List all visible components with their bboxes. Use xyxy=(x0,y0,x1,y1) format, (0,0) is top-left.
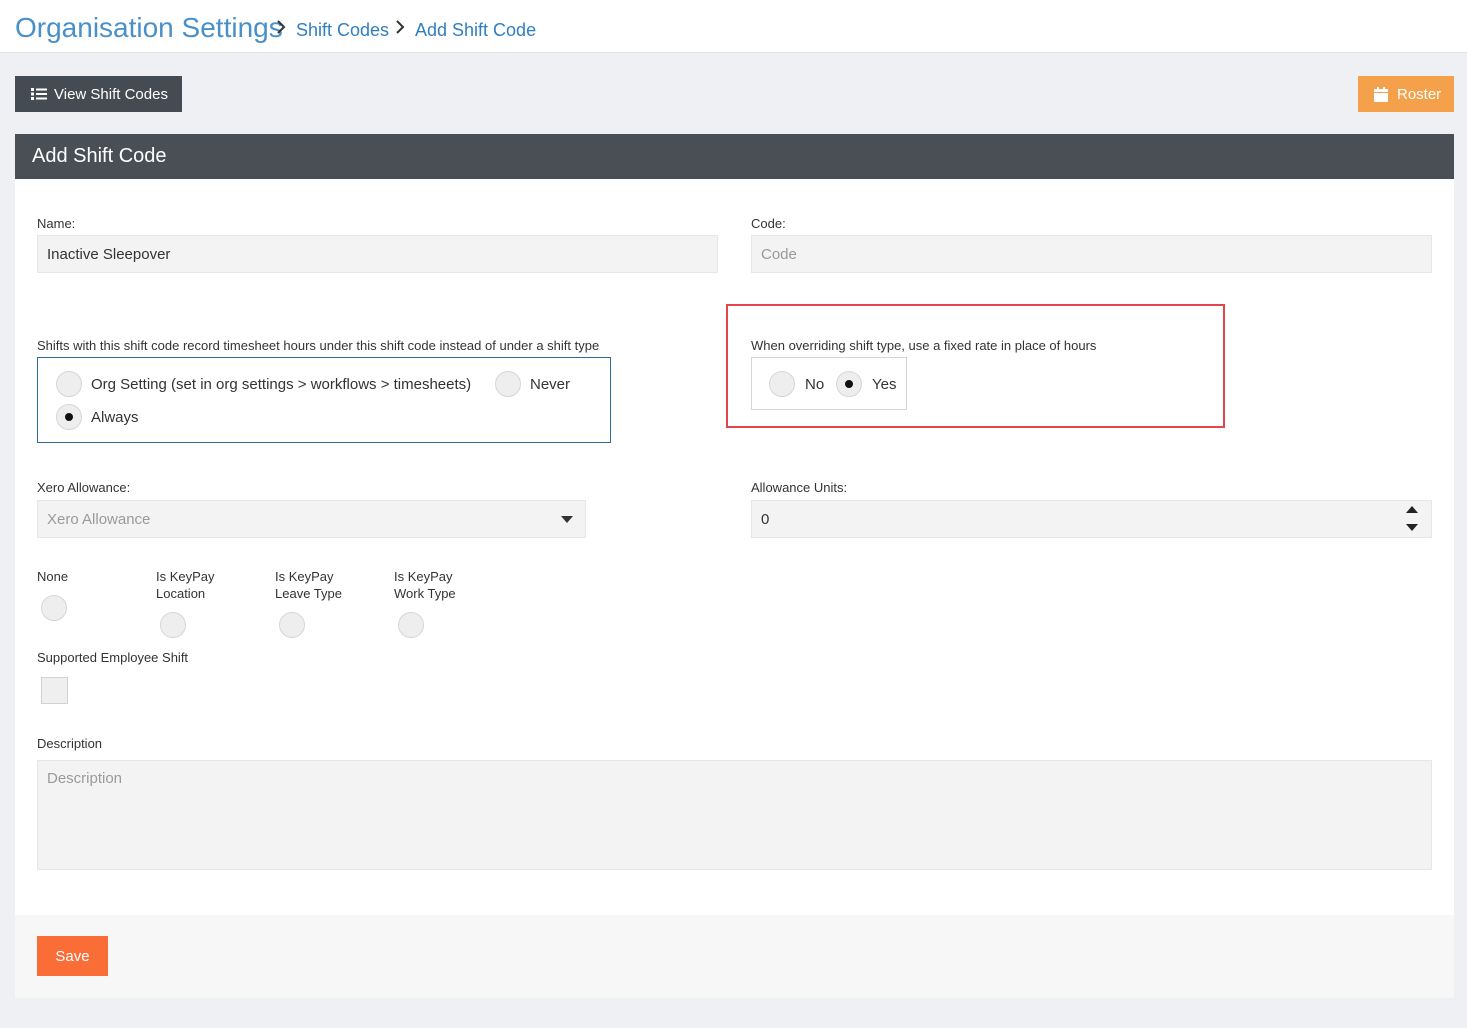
keypay-location-label: Is KeyPay Location xyxy=(156,568,215,602)
keypay-location-line1: Is KeyPay xyxy=(156,569,215,584)
view-shift-codes-label: View Shift Codes xyxy=(54,85,168,103)
breadcrumb-add-shift-code[interactable]: Add Shift Code xyxy=(415,20,536,41)
chevron-down-icon[interactable] xyxy=(561,516,573,523)
description-label: Description xyxy=(37,736,103,751)
chevron-right-icon xyxy=(277,20,286,34)
spin-down-icon[interactable] xyxy=(1406,524,1418,531)
roster-label: Roster xyxy=(1397,85,1442,103)
chevron-right-icon xyxy=(396,20,405,34)
allowance-units-input[interactable]: 0 xyxy=(751,500,1432,538)
keypay-none-label: None xyxy=(37,568,68,585)
keypay-work-type-line1: Is KeyPay xyxy=(394,569,453,584)
never-radio[interactable] xyxy=(495,371,521,397)
keypay-none-line1: None xyxy=(37,569,69,584)
record-hours-label: Shifts with this shift code record times… xyxy=(37,338,600,353)
keypay-location-line2: Location xyxy=(156,586,206,601)
fixed-rate-no-radio[interactable] xyxy=(769,371,795,397)
calendar-icon xyxy=(1374,86,1388,102)
view-shift-codes-button[interactable]: View Shift Codes xyxy=(15,76,182,112)
keypay-work-type-line2: Work Type xyxy=(394,586,456,601)
spin-up-icon[interactable] xyxy=(1406,506,1418,513)
keypay-leave-type-line1: Is KeyPay xyxy=(275,569,334,584)
always-label: Always xyxy=(91,409,139,426)
keypay-leave-type-line2: Leave Type xyxy=(275,586,342,601)
top-bar: Organisation Settings Shift Codes Add Sh… xyxy=(0,0,1467,53)
breadcrumb-shift-codes[interactable]: Shift Codes xyxy=(296,20,389,41)
fixed-rate-label: When overriding shift type, use a fixed … xyxy=(751,338,1097,353)
keypay-work-type-radio[interactable] xyxy=(398,612,424,638)
org-setting-radio[interactable] xyxy=(56,371,82,397)
xero-allowance-select[interactable]: Xero Allowance xyxy=(37,500,586,538)
keypay-location-radio[interactable] xyxy=(160,612,186,638)
code-input[interactable]: Code xyxy=(751,235,1432,273)
keypay-none-radio[interactable] xyxy=(41,595,67,621)
code-label: Code: xyxy=(751,216,786,231)
never-label: Never xyxy=(530,376,571,393)
xero-allowance-label: Xero Allowance: xyxy=(37,480,131,495)
allowance-units-label: Allowance Units: xyxy=(751,480,848,495)
fixed-rate-yes-radio[interactable] xyxy=(836,371,862,397)
always-radio[interactable] xyxy=(56,404,82,430)
panel-title: Add Shift Code xyxy=(32,145,167,167)
keypay-leave-type-label: Is KeyPay Leave Type xyxy=(275,568,342,602)
form-footer xyxy=(15,915,1454,998)
record-hours-group xyxy=(37,357,611,443)
fixed-rate-no-label: No xyxy=(805,376,825,393)
save-button[interactable]: Save xyxy=(37,936,108,976)
org-setting-label: Org Setting (set in org settings > workf… xyxy=(91,376,472,393)
description-textarea[interactable]: Description xyxy=(37,760,1432,870)
breadcrumb-title: Organisation Settings xyxy=(15,12,283,43)
name-label: Name: xyxy=(37,216,76,231)
list-icon xyxy=(31,88,47,100)
fixed-rate-yes-label: Yes xyxy=(872,376,897,393)
keypay-work-type-label: Is KeyPay Work Type xyxy=(394,568,456,602)
supported-shift-checkbox[interactable] xyxy=(41,677,68,704)
roster-button[interactable]: Roster xyxy=(1358,76,1454,112)
name-input[interactable]: Inactive Sleepover xyxy=(37,235,718,273)
supported-shift-label: Supported Employee Shift xyxy=(37,650,189,665)
panel-header: Add Shift Code xyxy=(15,134,1454,179)
keypay-leave-type-radio[interactable] xyxy=(279,612,305,638)
